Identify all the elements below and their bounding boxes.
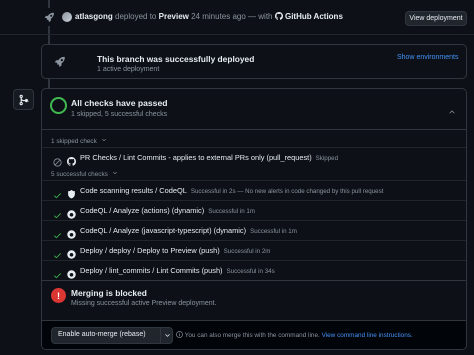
merge-footer: Enable auto-merge (rebase) You can also … bbox=[42, 320, 466, 349]
chevron-up-icon[interactable] bbox=[448, 103, 456, 121]
deploy-event-text: atlasgong deployed to Preview 24 minutes… bbox=[75, 12, 343, 22]
deployment-title: This branch was successfully deployed bbox=[97, 54, 255, 64]
check-row[interactable]: CodeQL / Analyze (actions) (dynamic) Succ… bbox=[42, 200, 466, 220]
check-name: Code scanning results / CodeQL Successful… bbox=[80, 186, 384, 195]
auto-merge-label: Enable auto-merge (rebase) bbox=[58, 331, 146, 338]
deploy-event: atlasgong deployed to Preview 24 minutes… bbox=[0, 0, 474, 34]
event-action: deployed to bbox=[115, 12, 157, 21]
blocked-subtitle: Missing successful active Preview deploy… bbox=[71, 300, 217, 307]
checks-subtitle: 1 skipped, 5 successful checks bbox=[71, 111, 168, 118]
check-row[interactable]: CodeQL / Analyze (javascript-typescript)… bbox=[42, 220, 466, 240]
check-detail: Skipped bbox=[315, 155, 339, 162]
footer-info: You can also merge this with the command… bbox=[176, 331, 413, 339]
git-merge-icon bbox=[13, 89, 34, 110]
check-row[interactable]: PR Checks / Lint Commits - applies to ex… bbox=[42, 147, 466, 167]
check-detail: Successful in 2s — No new alerts in code… bbox=[190, 188, 384, 195]
successful-group-toggle[interactable]: 5 successful checks bbox=[51, 170, 118, 178]
enable-auto-merge-button[interactable]: Enable auto-merge (rebase) bbox=[51, 327, 173, 344]
event-time: 24 minutes ago bbox=[191, 12, 246, 21]
environment-link[interactable]: Preview bbox=[159, 12, 189, 21]
github-actions-icon bbox=[274, 12, 283, 21]
avatar[interactable] bbox=[62, 12, 72, 22]
check-row[interactable]: Deploy / lint_commits / Lint Commits (pu… bbox=[42, 260, 466, 280]
info-icon bbox=[176, 331, 183, 339]
check-name: Deploy / lint_commits / Lint Commits (pu… bbox=[80, 266, 275, 275]
command-line-link[interactable]: View command line instructions. bbox=[322, 332, 413, 339]
check-name: PR Checks / Lint Commits - applies to ex… bbox=[80, 153, 339, 162]
button-separator bbox=[160, 328, 161, 343]
alert-icon: ! bbox=[51, 288, 66, 303]
rocket-icon bbox=[54, 55, 66, 73]
check-detail: Successful in 1m bbox=[208, 208, 255, 215]
view-deployment-button[interactable]: View deployment bbox=[405, 11, 467, 26]
check-row[interactable]: Deploy / deploy / Deploy to Preview (pus… bbox=[42, 240, 466, 260]
skipped-group-label: 1 skipped check bbox=[51, 138, 97, 145]
checks-title: All checks have passed bbox=[71, 98, 168, 108]
actor-link[interactable]: GitHub Actions bbox=[285, 12, 343, 21]
check-name: Deploy / deploy / Deploy to Preview (pus… bbox=[80, 246, 271, 255]
check-detail: Successful in 1m bbox=[250, 228, 297, 235]
github-icon bbox=[67, 153, 76, 171]
deployment-subtitle: 1 active deployment bbox=[97, 66, 160, 73]
event-separator: — with bbox=[248, 12, 273, 21]
user-link[interactable]: atlasgong bbox=[75, 12, 113, 21]
rocket-icon bbox=[40, 8, 58, 26]
checks-header[interactable]: All checks have passed 1 skipped, 5 succ… bbox=[42, 89, 466, 130]
check-row[interactable]: Code scanning results / CodeQL Successful… bbox=[42, 180, 466, 200]
check-name: CodeQL / Analyze (actions) (dynamic) Succ… bbox=[80, 206, 255, 215]
deployment-status-box: This branch was successfully deployed 1 … bbox=[41, 44, 467, 79]
chevron-down-icon[interactable] bbox=[164, 332, 171, 341]
chevron-down-icon bbox=[101, 137, 107, 145]
divider bbox=[0, 34, 474, 35]
show-environments-link[interactable]: Show environments bbox=[397, 54, 458, 61]
merge-status-box: All checks have passed 1 skipped, 5 succ… bbox=[41, 88, 467, 350]
check-name: CodeQL / Analyze (javascript-typescript)… bbox=[80, 226, 297, 235]
skipped-group-toggle[interactable]: 1 skipped check bbox=[51, 137, 107, 145]
footer-text: You can also merge this with the command… bbox=[184, 332, 320, 339]
check-detail: Successful in 34s bbox=[226, 268, 275, 275]
chevron-down-icon bbox=[112, 170, 118, 178]
successful-group-label: 5 successful checks bbox=[51, 171, 108, 178]
checks-passed-icon bbox=[50, 97, 67, 114]
check-detail: Successful in 2m bbox=[223, 248, 271, 255]
merge-blocked-section: ! Merging is blocked Missing successful … bbox=[42, 280, 466, 320]
blocked-title: Merging is blocked bbox=[71, 288, 147, 298]
